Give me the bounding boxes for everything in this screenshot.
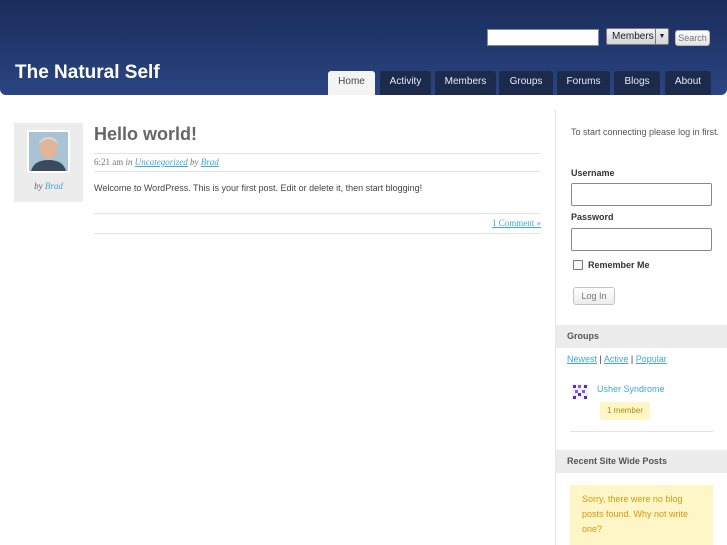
avatar[interactable] bbox=[27, 130, 70, 173]
nav-tab-about[interactable]: About bbox=[665, 71, 711, 95]
post-meta-in: in bbox=[125, 157, 133, 167]
username-label: Username bbox=[571, 168, 615, 178]
login-intro: To start connecting please log in first. bbox=[571, 127, 720, 137]
search-button[interactable]: Search bbox=[675, 30, 710, 46]
post-author-link[interactable]: Brad bbox=[45, 181, 63, 191]
login-button[interactable]: Log In bbox=[573, 287, 615, 305]
post-time: 6:21 am bbox=[94, 157, 124, 167]
post-meta-by: by bbox=[190, 157, 199, 167]
username-field[interactable] bbox=[571, 183, 712, 206]
site-header: The Natural Self Members ▼ Search Home A… bbox=[0, 0, 727, 95]
post-category-link[interactable]: Uncategorized bbox=[135, 157, 188, 167]
remember-me-label: Remember Me bbox=[588, 260, 650, 270]
nav-tab-groups[interactable]: Groups bbox=[499, 71, 553, 95]
nav-tab-members[interactable]: Members bbox=[435, 71, 496, 95]
nav-tab-activity[interactable]: Activity bbox=[380, 71, 431, 95]
post-author-box: by Brad bbox=[14, 123, 83, 202]
search-input[interactable] bbox=[487, 29, 599, 46]
search-scope-value: Members bbox=[612, 31, 654, 42]
filter-popular-link[interactable]: Popular bbox=[636, 354, 667, 364]
nav-tab-forums[interactable]: Forums bbox=[557, 71, 610, 95]
sidebar: To start connecting please log in first.… bbox=[555, 110, 727, 545]
nav-tab-home[interactable]: Home bbox=[328, 71, 375, 95]
remember-me-checkbox[interactable] bbox=[573, 260, 583, 270]
filter-separator: | bbox=[630, 354, 634, 364]
divider bbox=[94, 171, 541, 172]
search-scope-select[interactable]: Members ▼ bbox=[606, 28, 669, 45]
groups-heading: Groups bbox=[556, 325, 727, 348]
divider bbox=[94, 153, 541, 154]
site-title[interactable]: The Natural Self bbox=[15, 62, 160, 84]
password-label: Password bbox=[571, 212, 614, 222]
filter-active-link[interactable]: Active bbox=[604, 354, 629, 364]
byline-prefix: by bbox=[34, 181, 43, 191]
divider bbox=[570, 431, 713, 432]
post-meta-author-link[interactable]: Brad bbox=[201, 157, 219, 167]
password-field[interactable] bbox=[571, 228, 712, 251]
group-name-link[interactable]: Usher Syndrome bbox=[597, 384, 665, 394]
divider bbox=[94, 213, 541, 214]
chevron-down-icon: ▼ bbox=[655, 29, 668, 44]
post-title[interactable]: Hello world! bbox=[94, 124, 197, 145]
comments-link[interactable]: 1 Comment » bbox=[492, 218, 541, 228]
filter-newest-link[interactable]: Newest bbox=[567, 354, 597, 364]
filter-separator: | bbox=[599, 354, 602, 364]
nav-tab-blogs[interactable]: Blogs bbox=[614, 71, 660, 95]
post-body: Welcome to WordPress. This is your first… bbox=[94, 183, 423, 193]
divider bbox=[94, 233, 541, 234]
groups-filter: Newest | Active | Popular bbox=[567, 354, 667, 364]
group-avatar-icon[interactable] bbox=[572, 384, 588, 400]
group-member-count: 1 member bbox=[600, 402, 650, 420]
post-author-byline: by Brad bbox=[14, 181, 83, 191]
post-meta: 6:21 am in Uncategorized by Brad bbox=[94, 157, 219, 167]
recent-posts-heading: Recent Site Wide Posts bbox=[556, 450, 727, 473]
no-posts-notice: Sorry, there were no blog posts found. W… bbox=[570, 485, 713, 545]
